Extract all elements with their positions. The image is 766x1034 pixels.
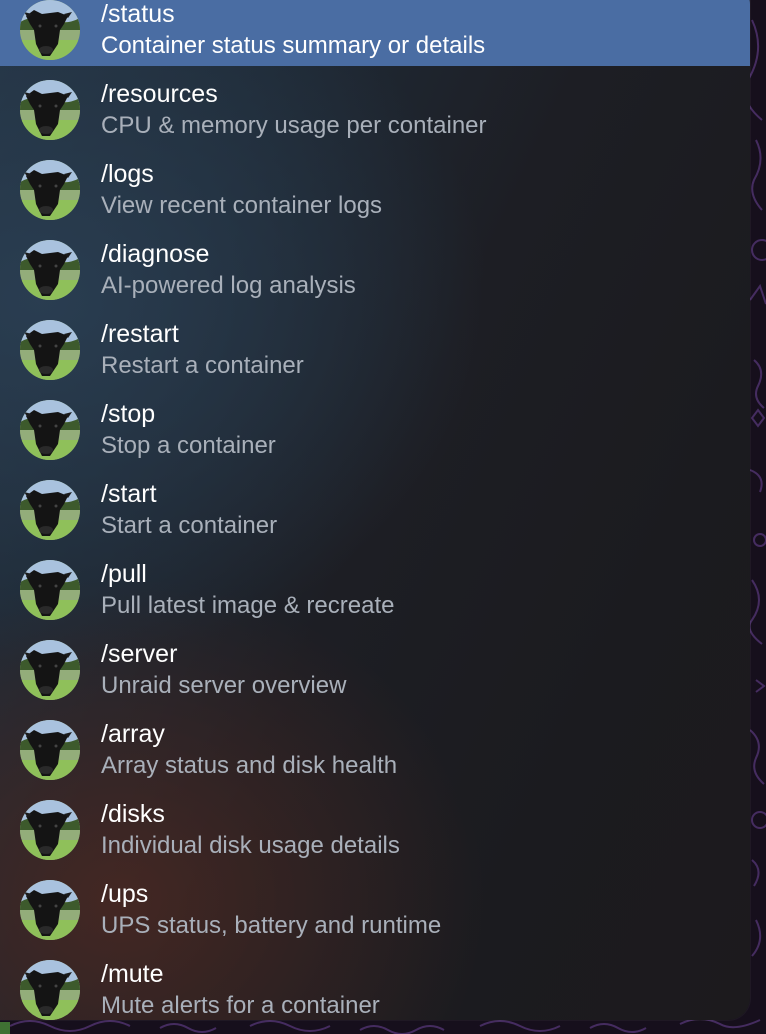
command-description: AI-powered log analysis xyxy=(101,272,356,299)
cow-avatar-icon xyxy=(20,880,80,940)
cow-avatar-icon xyxy=(20,720,80,780)
command-name: /start xyxy=(101,480,157,508)
command-description: UPS status, battery and runtime xyxy=(101,912,442,939)
command-name: /disks xyxy=(101,800,165,828)
command-item[interactable]: /logs View recent container logs xyxy=(0,146,750,226)
command-item[interactable]: /stop Stop a container xyxy=(0,386,750,466)
command-name: /stop xyxy=(101,400,156,428)
command-item[interactable]: /ups UPS status, battery and runtime xyxy=(0,866,750,946)
command-name: /logs xyxy=(101,160,154,188)
command-description: View recent container logs xyxy=(101,192,383,219)
cow-avatar-icon xyxy=(20,240,80,300)
cow-avatar-icon xyxy=(20,640,80,700)
command-name: /server xyxy=(101,640,178,668)
command-name: /pull xyxy=(101,560,147,588)
command-description: Individual disk usage details xyxy=(101,832,400,859)
command-item[interactable]: /status Container status summary or detai… xyxy=(0,0,750,66)
command-item[interactable]: /array Array status and disk health xyxy=(0,706,750,786)
command-description: Restart a container xyxy=(101,352,304,379)
command-name: /restart xyxy=(101,320,179,348)
command-name: /mute xyxy=(101,960,164,988)
command-item[interactable]: /resources CPU & memory usage per contain… xyxy=(0,66,750,146)
command-name: /array xyxy=(101,720,165,748)
command-item[interactable]: /mute Mute alerts for a container xyxy=(0,946,750,1020)
command-item[interactable]: /pull Pull latest image & recreate xyxy=(0,546,750,626)
cow-avatar-icon xyxy=(20,800,80,860)
command-description: Stop a container xyxy=(101,432,276,459)
command-description: Unraid server overview xyxy=(101,672,347,699)
command-item[interactable]: /start Start a container xyxy=(0,466,750,546)
command-item[interactable]: /restart Restart a container xyxy=(0,306,750,386)
command-item[interactable]: /diagnose AI-powered log analysis xyxy=(0,226,750,306)
command-description: Container status summary or details xyxy=(101,32,486,59)
command-item[interactable]: /disks Individual disk usage details xyxy=(0,786,750,866)
cow-avatar-icon xyxy=(20,320,80,380)
command-description: Pull latest image & recreate xyxy=(101,592,395,619)
command-name: /diagnose xyxy=(101,240,210,268)
command-description: CPU & memory usage per container xyxy=(101,112,487,139)
cow-avatar-icon xyxy=(20,160,80,220)
cow-avatar-icon xyxy=(20,400,80,460)
cow-avatar-icon xyxy=(20,0,80,60)
cow-avatar-icon xyxy=(20,480,80,540)
command-name: /ups xyxy=(101,880,149,908)
cow-avatar-icon xyxy=(20,80,80,140)
command-suggestions-panel: /status Container status summary or detai… xyxy=(0,0,750,1020)
cow-avatar-icon xyxy=(20,960,80,1020)
command-item[interactable]: /server Unraid server overview xyxy=(0,626,750,706)
cow-avatar-icon xyxy=(20,560,80,620)
command-description: Mute alerts for a container xyxy=(101,992,380,1019)
command-description: Array status and disk health xyxy=(101,752,398,779)
command-name: /resources xyxy=(101,80,218,108)
command-description: Start a container xyxy=(101,512,278,539)
command-name: /status xyxy=(101,0,175,28)
